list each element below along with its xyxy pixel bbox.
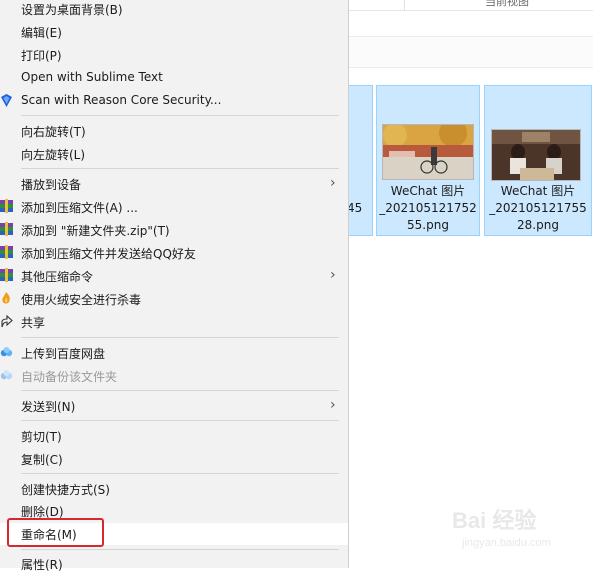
- menu-separator: [21, 168, 339, 169]
- watermark-brand: Bai 经验: [452, 508, 537, 533]
- menu-item-label: 向右旋转(T): [21, 125, 86, 139]
- tab-divider: [404, 0, 405, 10]
- menu-item-huorong-scan[interactable]: 使用火绒安全进行杀毒: [0, 288, 348, 310]
- menu-item-edit[interactable]: 编辑(E): [0, 21, 348, 43]
- submenu-arrow-icon: ›: [330, 267, 336, 283]
- menu-item-cut[interactable]: 剪切(T): [0, 425, 348, 447]
- menu-item-archive-send-qq[interactable]: 添加到压缩文件并发送给QQ好友: [0, 242, 348, 264]
- file-caption-line: 45: [347, 201, 363, 215]
- menu-item-print[interactable]: 打印(P): [0, 44, 348, 66]
- menu-item-copy[interactable]: 复制(C): [0, 448, 348, 470]
- menu-item-other-compress[interactable]: 其他压缩命令 ›: [0, 265, 348, 287]
- file-caption-line: WeChat 图片: [390, 184, 466, 198]
- menu-item-label: Open with Sublime Text: [21, 70, 163, 84]
- menu-item-label: 使用火绒安全进行杀毒: [21, 293, 142, 307]
- menu-separator: [21, 115, 339, 116]
- huorong-icon: [0, 291, 13, 306]
- menu-item-set-desktop-background[interactable]: 设置为桌面背景(B): [0, 0, 348, 20]
- menu-item-label: 添加到 "新建文件夹.zip"(T): [21, 224, 170, 238]
- menu-item-scan-reason-core[interactable]: Scan with Reason Core Security...: [0, 90, 348, 112]
- menu-item-label: 编辑(E): [21, 26, 62, 40]
- rename-highlight-annotation: [7, 518, 104, 547]
- photo-thumbnail-cafe: [492, 130, 580, 180]
- file-caption-line: 28.png: [517, 218, 559, 232]
- submenu-arrow-icon: ›: [330, 397, 336, 413]
- menu-item-label: 打印(P): [21, 49, 62, 63]
- menu-item-rotate-left[interactable]: 向左旋转(L): [0, 143, 348, 165]
- menu-item-add-to-archive[interactable]: 添加到压缩文件(A) ...: [0, 196, 348, 218]
- menu-item-upload-baidu[interactable]: 上传到百度网盘: [0, 342, 348, 364]
- ribbon-tab-current-view[interactable]: 当前视图: [485, 0, 529, 9]
- winrar-icon: [0, 245, 13, 260]
- menu-item-label: 自动备份该文件夹: [21, 370, 118, 384]
- menu-item-label: 设置为桌面背景(B): [21, 3, 123, 17]
- submenu-arrow-icon: ›: [330, 175, 336, 191]
- menu-separator: [21, 473, 339, 474]
- menu-item-label: Scan with Reason Core Security...: [21, 93, 222, 107]
- baidu-cloud-icon: [0, 345, 13, 360]
- menu-item-add-to-zip[interactable]: 添加到 "新建文件夹.zip"(T): [0, 219, 348, 241]
- file-tile-wechat-175255[interactable]: WeChat 图片 _202105121752 55.png: [376, 85, 480, 236]
- menu-item-label: 属性(R): [21, 558, 63, 572]
- winrar-icon: [0, 268, 13, 283]
- menu-item-label: 复制(C): [21, 453, 63, 467]
- menu-item-send-to[interactable]: 发送到(N) ›: [0, 395, 348, 417]
- winrar-icon: [0, 222, 13, 237]
- file-tile-wechat-175528[interactable]: WeChat 图片 _202105121755 28.png: [484, 85, 592, 236]
- image-thumbnail: [491, 129, 581, 181]
- menu-item-create-shortcut[interactable]: 创建快捷方式(S): [0, 478, 348, 500]
- file-caption-line: WeChat 图片: [500, 184, 576, 198]
- ribbon-tab-strip: 当前视图: [349, 0, 593, 11]
- menu-item-label: 向左旋转(L): [21, 148, 86, 162]
- menu-item-label: 剪切(T): [21, 430, 62, 444]
- photo-thumbnail-street: [383, 125, 473, 179]
- menu-item-label: 发送到(N): [21, 400, 76, 414]
- winrar-icon: [0, 199, 13, 214]
- menu-item-share[interactable]: 共享: [0, 311, 348, 333]
- menu-item-label: 共享: [21, 316, 46, 330]
- file-caption-line: 55.png: [407, 218, 449, 232]
- image-thumbnail: [382, 124, 474, 180]
- menu-item-label: 播放到设备: [21, 178, 82, 192]
- file-caption-line: _202105121755: [489, 201, 587, 215]
- menu-item-label: 添加到压缩文件并发送给QQ好友: [21, 247, 196, 261]
- baidu-jingyan-watermark: Bai 经验 jingyan.baidu.com: [452, 503, 592, 563]
- menu-item-label: 其他压缩命令: [21, 270, 94, 284]
- menu-item-label: 创建快捷方式(S): [21, 483, 110, 497]
- menu-separator: [21, 549, 339, 550]
- share-icon: [0, 314, 13, 329]
- menu-item-open-sublime[interactable]: Open with Sublime Text: [0, 67, 348, 89]
- menu-item-label: 添加到压缩文件(A) ...: [21, 201, 138, 215]
- menu-item-cast-to-device[interactable]: 播放到设备 ›: [0, 173, 348, 195]
- menu-item-rotate-right[interactable]: 向右旋转(T): [0, 120, 348, 142]
- shield-icon: [0, 93, 13, 108]
- file-tile-partial[interactable]: 45: [347, 85, 373, 236]
- baidu-cloud-icon: [0, 368, 13, 383]
- menu-separator: [21, 390, 339, 391]
- watermark-url: jingyan.baidu.com: [462, 537, 551, 549]
- menu-item-properties[interactable]: 属性(R): [0, 553, 348, 575]
- menu-item-auto-backup-folder: 自动备份该文件夹: [0, 365, 348, 387]
- menu-item-label: 上传到百度网盘: [21, 347, 106, 361]
- context-menu: 设置为桌面背景(B) 编辑(E) 打印(P) Open with Sublime…: [0, 0, 349, 572]
- file-caption-line: _202105121752: [379, 201, 477, 215]
- menu-separator: [21, 420, 339, 421]
- menu-separator: [21, 337, 339, 338]
- address-bar[interactable]: [349, 36, 593, 68]
